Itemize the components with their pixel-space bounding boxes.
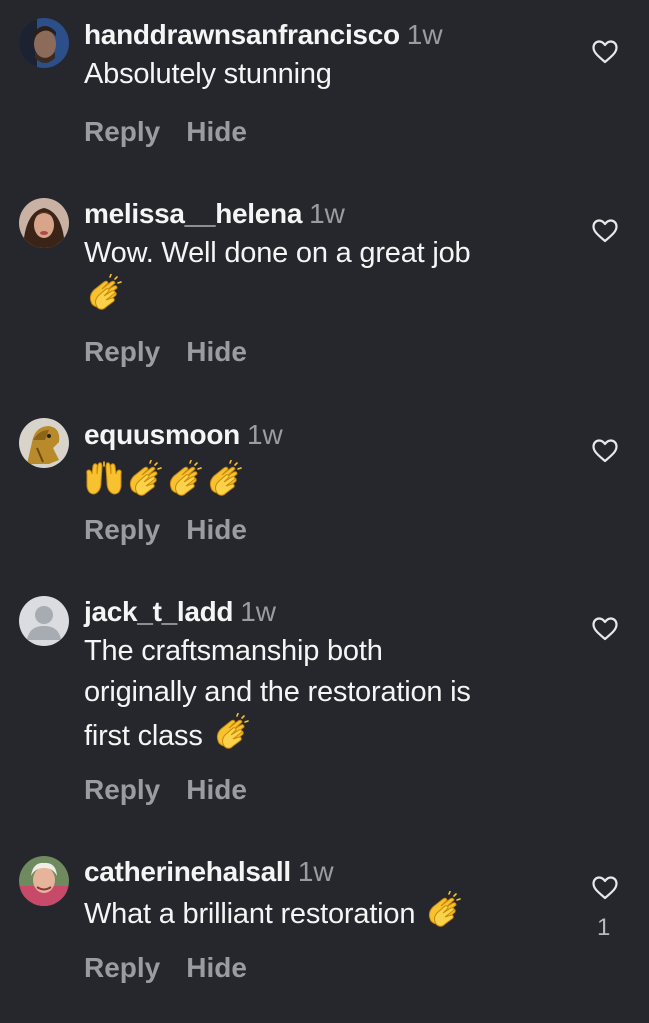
username[interactable]: catherinehalsall xyxy=(84,856,291,887)
hide-button[interactable]: Hide xyxy=(186,952,247,983)
comment-actions: Reply Hide xyxy=(84,514,247,546)
comment-actions: Reply Hide xyxy=(84,336,247,368)
comment-actions: Reply Hide xyxy=(84,952,247,984)
emoji-line xyxy=(84,460,559,500)
comment-header: equusmoon 1w xyxy=(84,418,559,452)
timestamp: 1w xyxy=(246,419,283,450)
comment-text: Absolutely stunning xyxy=(84,58,332,90)
hide-button[interactable]: Hide xyxy=(186,774,247,805)
clapping-hands-icon xyxy=(129,460,162,496)
heart-icon[interactable] xyxy=(592,876,618,900)
timestamp: 1w xyxy=(406,19,443,50)
reply-button[interactable]: Reply xyxy=(84,514,160,545)
comment-header: catherinehalsall 1w xyxy=(84,855,559,889)
emoji-line xyxy=(84,274,559,312)
timestamp: 1w xyxy=(240,596,277,627)
comment-actions: Reply Hide xyxy=(84,774,247,806)
raising-hands-icon xyxy=(86,461,122,495)
avatar[interactable] xyxy=(19,856,69,906)
comment-text: What a brilliant restoration xyxy=(84,898,416,930)
clapping-hands-icon xyxy=(169,460,202,496)
avatar[interactable] xyxy=(19,418,69,468)
username[interactable]: jack_t_ladd xyxy=(84,596,234,627)
heart-icon[interactable] xyxy=(592,40,618,64)
comment-text: Wow. Well done on a great job xyxy=(84,237,471,269)
comment-actions: Reply Hide xyxy=(84,116,247,148)
comment-text-line-last: first class xyxy=(84,713,564,757)
comment-text-line: originally and the restoration is xyxy=(84,676,471,708)
like-count: 1 xyxy=(597,914,611,941)
avatar[interactable] xyxy=(19,198,69,248)
hide-button[interactable]: Hide xyxy=(186,116,247,147)
clapping-hands-icon xyxy=(429,891,461,927)
heart-icon[interactable] xyxy=(592,439,618,463)
username[interactable]: handdrawnsanfrancisco xyxy=(84,19,400,50)
comment-header: melissa__helena 1w xyxy=(84,197,559,231)
comment-header: jack_t_ladd 1w xyxy=(84,595,559,629)
reply-button[interactable]: Reply xyxy=(84,336,160,367)
hide-button[interactable]: Hide xyxy=(186,514,247,545)
timestamp: 1w xyxy=(309,198,345,229)
username[interactable]: melissa__helena xyxy=(84,198,302,229)
clapping-hands-icon xyxy=(89,274,122,310)
heart-icon[interactable] xyxy=(592,219,618,243)
comment-text-line: first class xyxy=(84,720,203,752)
avatar[interactable] xyxy=(19,18,69,68)
comment-header: handdrawnsanfrancisco 1w xyxy=(84,18,559,52)
reply-button[interactable]: Reply xyxy=(84,952,160,983)
reply-button[interactable]: Reply xyxy=(84,774,160,805)
username[interactable]: equusmoon xyxy=(84,419,240,450)
comment-text-line: The craftsmanship both xyxy=(84,635,383,667)
comment-text: The craftsmanship both originally and th… xyxy=(84,631,564,757)
clapping-hands-icon xyxy=(209,460,242,496)
comment-text-wrap: What a brilliant restoration xyxy=(84,891,564,935)
reply-button[interactable]: Reply xyxy=(84,116,160,147)
timestamp: 1w xyxy=(297,856,334,887)
hide-button[interactable]: Hide xyxy=(186,336,247,367)
avatar[interactable] xyxy=(19,596,69,646)
heart-icon[interactable] xyxy=(592,617,618,641)
clapping-hands-icon xyxy=(216,713,249,749)
